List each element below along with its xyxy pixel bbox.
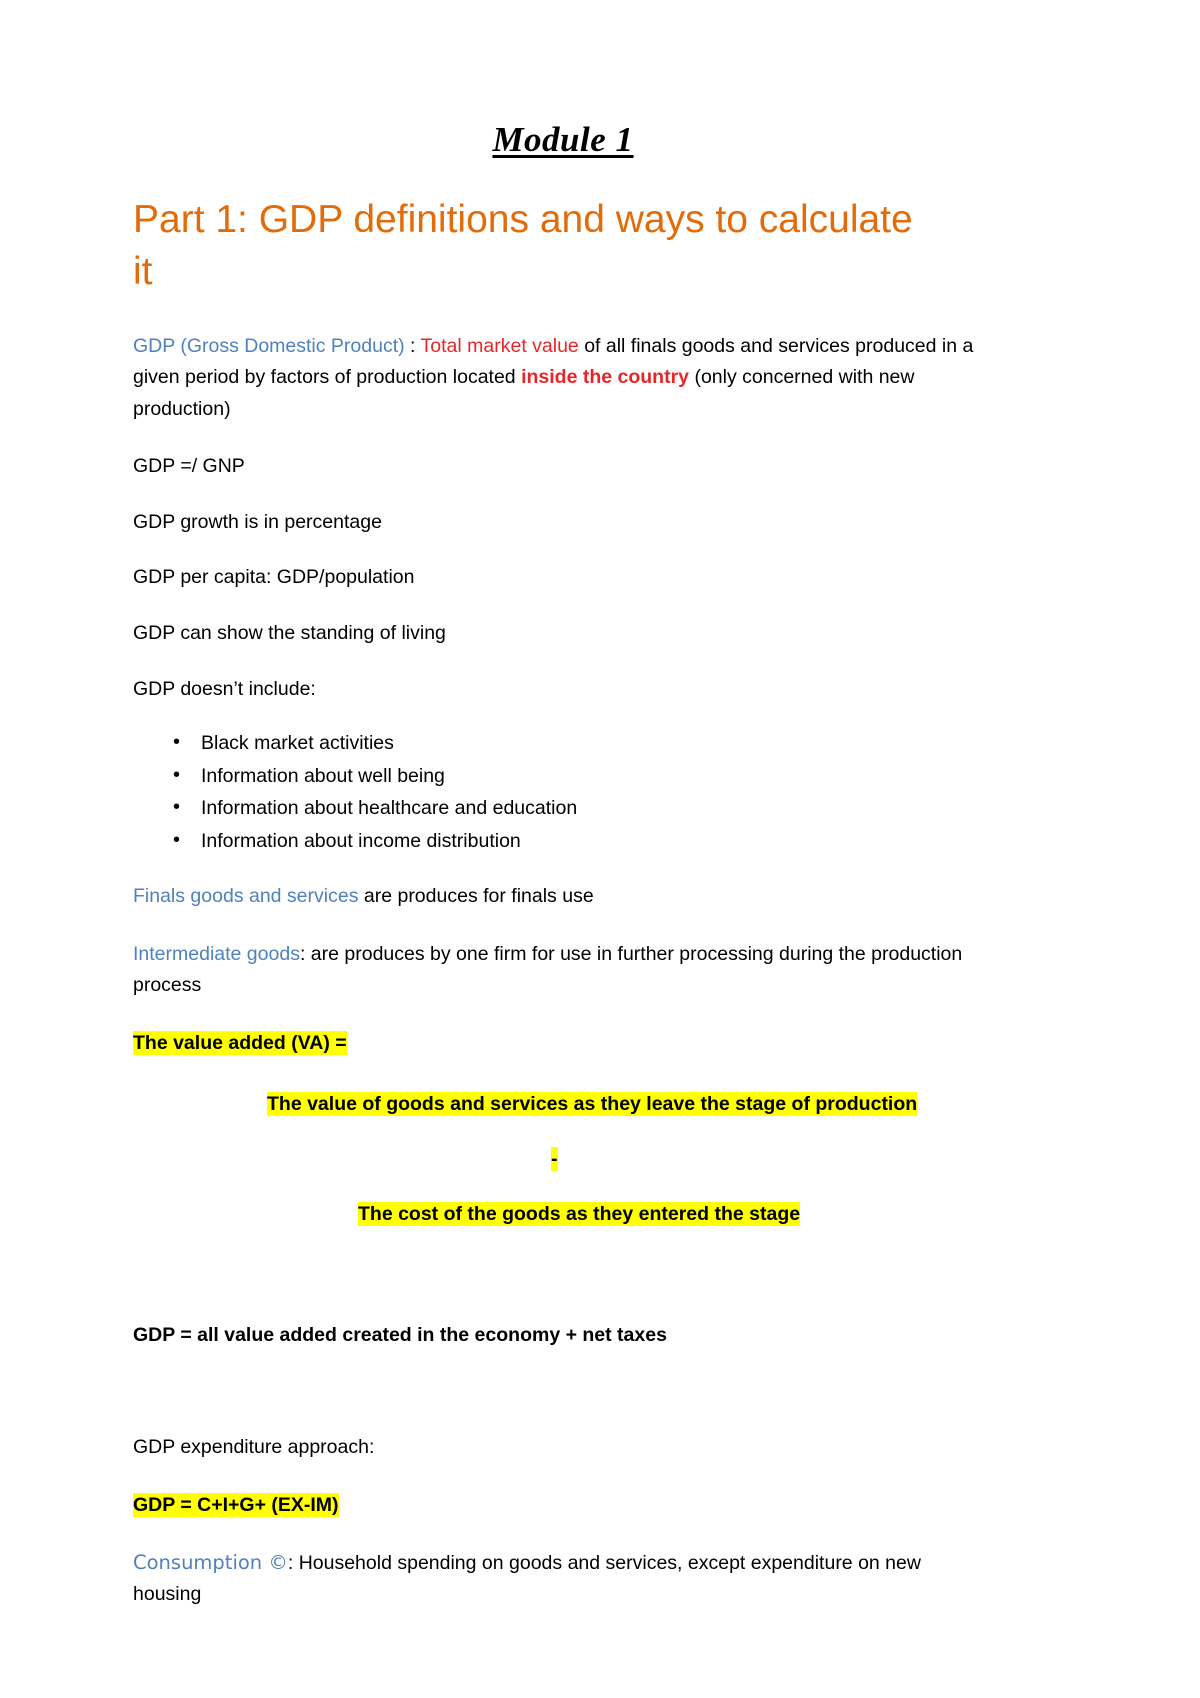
expenditure-formula: GDP = C+I+G+ (EX-IM) [133, 1490, 993, 1521]
section-heading-part-1: Part 1: GDP definitions and ways to calc… [133, 198, 913, 294]
value-added-line-1-text: The value of goods and services as they … [267, 1091, 918, 1116]
note-gdp-growth: GDP growth is in percentage [133, 510, 382, 533]
expenditure-formula-text: GDP = C+I+G+ (EX-IM) [133, 1492, 339, 1517]
note-gdp-excludes-label: GDP doesn’t include: [133, 677, 316, 700]
finals-goods-term: Finals goods and services [133, 885, 359, 907]
gdp-emphasis-market-value: Total market value [420, 334, 579, 357]
gdp-emphasis-inside-country: inside the country [521, 366, 690, 389]
gdp-definition-colon: : [404, 334, 421, 357]
note-gdp-standard-of-living: GDP can show the standing of living [133, 621, 446, 644]
gdp-definition-paragraph: GDP (Gross Domestic Product) : Total mar… [133, 331, 993, 426]
gdp-term: GDP (Gross Domestic Product) [133, 334, 405, 357]
value-added-line-2-text: The cost of the goods as they entered th… [358, 1202, 801, 1227]
value-added-line-2: The cost of the goods as they entered th… [358, 1199, 993, 1230]
expenditure-approach-label: GDP expenditure approach: [133, 1436, 375, 1459]
consumption-term: Consumption © [133, 1550, 288, 1574]
gdp-exclusions-list: Black market activities Information abou… [133, 728, 993, 856]
page-title: Module 1 [492, 120, 634, 159]
intermediate-goods-paragraph: Intermediate goods: are produces by one … [133, 939, 993, 1002]
note-gdp-per-capita: GDP per capita: GDP/population [133, 566, 415, 589]
consumption-paragraph: Consumption ©: Household spending on goo… [133, 1547, 993, 1611]
list-item: Information about well being [133, 761, 993, 791]
value-added-operator: - [551, 1144, 993, 1175]
finals-goods-rest: are produces for finals use [358, 885, 594, 907]
gdp-value-added-formula: GDP = all value added created in the eco… [133, 1324, 667, 1347]
value-added-operator-text: - [551, 1147, 558, 1172]
value-added-heading: The value added (VA) = [133, 1028, 993, 1059]
value-added-line-1: The value of goods and services as they … [267, 1089, 993, 1120]
intermediate-goods-term: Intermediate goods [133, 942, 300, 965]
list-item: Information about income distribution [133, 826, 993, 856]
finals-goods-paragraph: Finals goods and services are produces f… [133, 881, 993, 913]
value-added-heading-text: The value added (VA) = [133, 1030, 347, 1055]
document-content: Module 1 Part 1: GDP definitions and way… [133, 120, 993, 1637]
note-gdp-vs-gnp: GDP =/ GNP [133, 455, 245, 478]
list-item: Black market activities [133, 728, 993, 758]
list-item: Information about healthcare and educati… [133, 793, 993, 823]
document-page: Module 1 Part 1: GDP definitions and way… [0, 0, 1200, 1698]
